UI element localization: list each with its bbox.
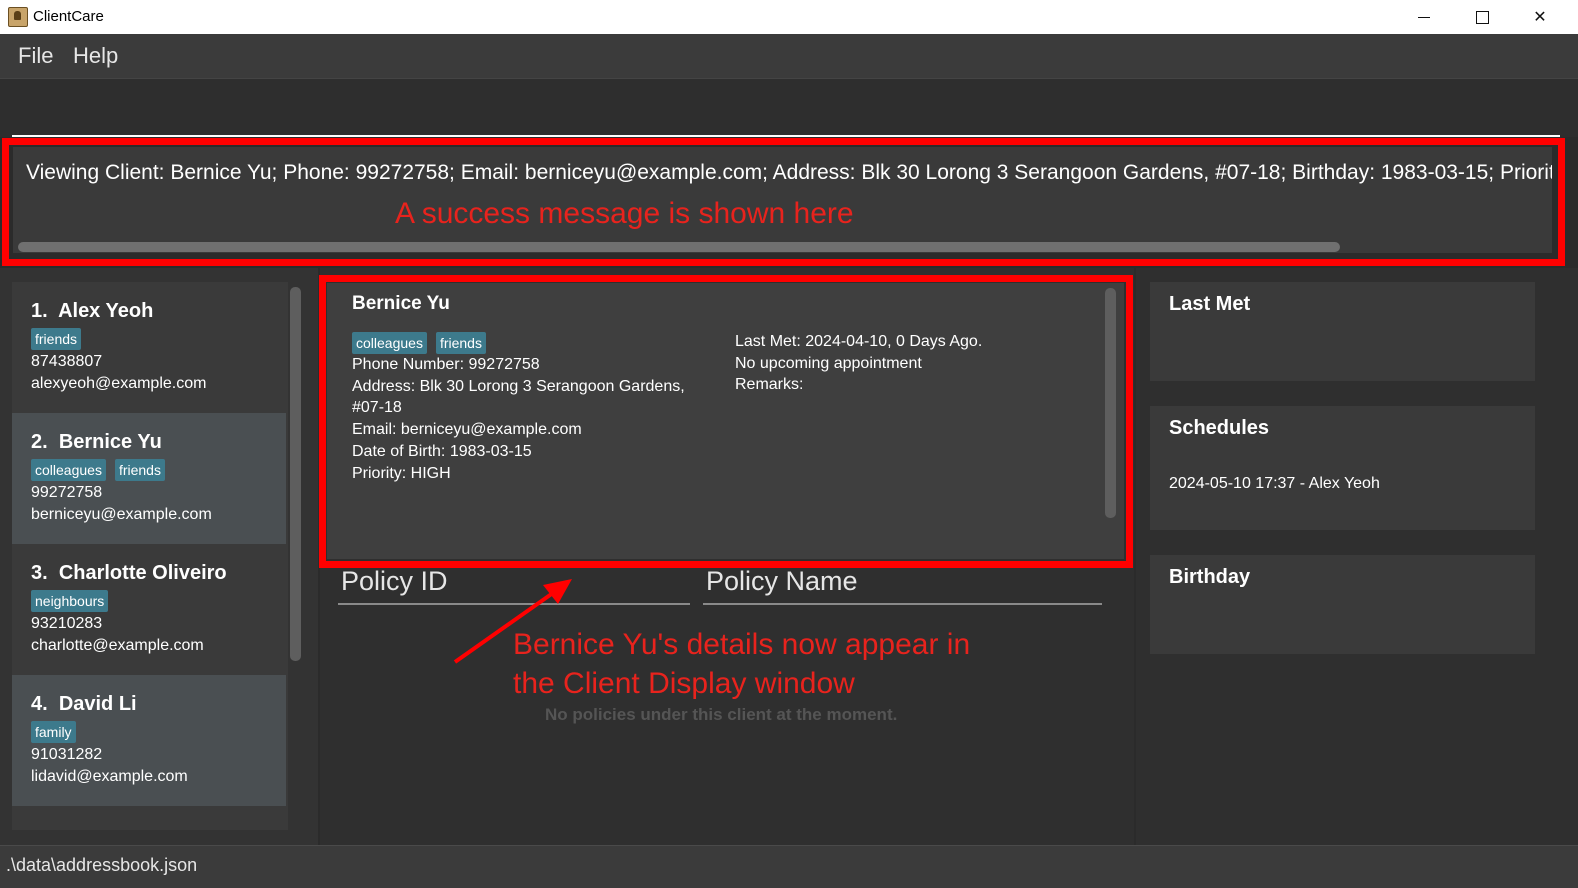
person-email: lidavid@example.com	[31, 768, 188, 785]
status-file-path: .\data\addressbook.json	[6, 855, 198, 875]
title-bar: ClientCare ✕	[0, 0, 1578, 34]
person-phone: 99272758	[31, 484, 103, 501]
client-last-met: Last Met: 2024-04-10, 0 Days Ago.	[735, 333, 983, 350]
person-email: alexyeoh@example.com	[31, 375, 207, 392]
menu-help[interactable]: Help	[73, 43, 118, 69]
tag: friends	[31, 328, 82, 350]
tag: neighbours	[31, 590, 109, 612]
person-name: 4. David Li	[31, 693, 137, 715]
client-display-scrollbar[interactable]	[1105, 288, 1116, 518]
client-remarks: Remarks:	[735, 376, 804, 394]
person-name: 2. Bernice Yu	[31, 431, 162, 453]
client-name: Bernice Yu	[352, 293, 450, 314]
schedules-card: Schedules 2024-05-10 17:37 - Alex Yeoh	[1150, 406, 1535, 530]
client-appointment: No upcoming appointment	[735, 354, 922, 372]
client-display: Bernice Yu colleagues friends Phone Numb…	[327, 283, 1124, 559]
client-phone: Phone Number: 99272758	[352, 356, 540, 373]
tag: family	[31, 721, 76, 743]
annotation-client-line1: Bernice Yu's details now appear in	[513, 628, 971, 661]
person-name: 1. Alex Yeoh	[31, 300, 154, 322]
person-card[interactable]: 4. David Li family 91031282 lidavid@exam…	[12, 675, 286, 806]
birthday-title: Birthday	[1169, 566, 1251, 588]
schedules-title: Schedules	[1169, 417, 1270, 439]
policy-name-header[interactable]: Policy Name	[703, 566, 1102, 605]
person-phone: 93210283	[31, 615, 103, 632]
tag: colleagues	[31, 459, 106, 481]
person-phone: 91031282	[31, 746, 103, 763]
menu-bar: File Help	[0, 34, 1578, 79]
tag: friends	[435, 332, 486, 354]
birthday-card: Birthday	[1150, 555, 1535, 654]
last-met-title: Last Met	[1169, 293, 1251, 315]
person-list: 1. Alex Yeoh friends 87438807 alexyeoh@e…	[12, 282, 288, 830]
schedule-item: 2024-05-10 17:37 - Alex Yeoh	[1169, 475, 1380, 492]
menu-file[interactable]: File	[18, 43, 53, 69]
policy-empty-placeholder: No policies under this client at the mom…	[545, 705, 898, 724]
person-name: 3. Charlotte Oliveiro	[31, 562, 227, 584]
person-card[interactable]: 2. Bernice Yu colleagues friends 9927275…	[12, 413, 286, 544]
window-title: ClientCare	[33, 8, 104, 25]
person-list-scrollbar[interactable]	[290, 287, 301, 661]
person-card[interactable]: 3. Charlotte Oliveiro neighbours 9321028…	[12, 544, 286, 675]
app-icon	[8, 7, 28, 27]
result-message: Viewing Client: Bernice Yu; Phone: 99272…	[26, 161, 1552, 184]
client-email: Email: berniceyu@example.com	[352, 421, 582, 439]
tag: friends	[114, 459, 165, 481]
maximize-icon[interactable]	[1454, 0, 1510, 34]
command-input[interactable]	[12, 79, 1560, 137]
close-icon[interactable]: ✕	[1512, 0, 1568, 34]
annotation-client-line2: the Client Display window	[513, 667, 855, 700]
result-scrollbar[interactable]	[18, 242, 1548, 252]
client-address: Address: Blk 30 Lorong 3 Serangoon Garde…	[352, 377, 685, 395]
person-card[interactable]: 1. Alex Yeoh friends 87438807 alexyeoh@e…	[12, 282, 286, 413]
client-priority: Priority: HIGH	[352, 464, 451, 482]
client-dob: Date of Birth: 1983-03-15	[352, 442, 532, 460]
command-box	[0, 79, 1578, 137]
person-email: charlotte@example.com	[31, 637, 204, 654]
client-address-cont: #07-18	[352, 399, 402, 417]
annotation-success: A success message is shown here	[395, 197, 854, 230]
result-scrollbar-thumb[interactable]	[18, 242, 1340, 252]
status-bar: .\data\addressbook.json	[0, 845, 1578, 888]
person-phone: 87438807	[31, 353, 103, 370]
tag: colleagues	[352, 332, 427, 354]
last-met-card: Last Met	[1150, 282, 1535, 381]
person-email: berniceyu@example.com	[31, 506, 212, 523]
minimize-icon[interactable]	[1396, 0, 1452, 34]
